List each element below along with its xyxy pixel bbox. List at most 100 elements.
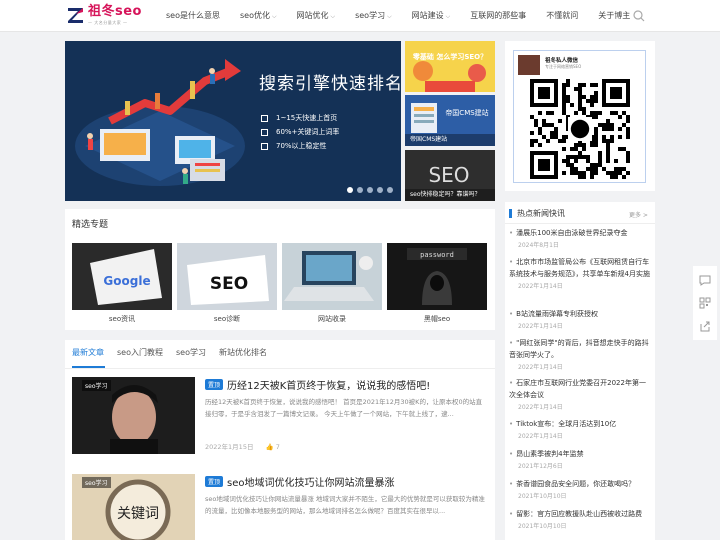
thumb-art-text: 零基础 怎么学习SEO？ <box>412 52 487 61</box>
nav-label: seo优化 <box>239 11 270 20</box>
article-summary: seo地域词优化技巧让你网站流量暴涨 地域词大家并不陌生，它最大的优势就是可以获… <box>205 495 485 515</box>
news-title: 热点新闻快讯 <box>517 209 565 218</box>
side-thumb-learn-seo[interactable]: 零基础 怎么学习SEO？ <box>405 41 495 92</box>
share-button[interactable] <box>697 318 713 334</box>
search-button[interactable] <box>629 6 649 26</box>
news-date: 2022年1月14日 <box>518 364 563 371</box>
share-icon <box>700 321 710 332</box>
article-tabs: 最新文章 seo入门教程 seo学习 新站优化排名 <box>72 347 280 361</box>
carousel-dot[interactable] <box>387 187 393 193</box>
banner-bullet: 1~15天快速上首页 <box>261 111 339 125</box>
banner-bullets: 1~15天快速上首页 60%+关键词上词率 70%以上稳定性 <box>261 111 339 153</box>
news-item: B站流量雨弹幕专利获授权 2022年1月14日 <box>509 308 651 330</box>
side-thumb-cms[interactable]: 帝国CMS建站 帝国CMS建站 <box>405 95 495 146</box>
thumb-art-text: 帝国CMS建站 <box>445 108 488 117</box>
nav-item-site-building[interactable]: 网站建设 ⌵ <box>402 0 461 32</box>
featured-card-blackhat-seo[interactable]: password <box>387 243 487 310</box>
carousel-dots <box>347 187 397 193</box>
chevron-down-icon: ⌵ <box>330 13 336 20</box>
news-date: 2021年10月10日 <box>518 493 567 500</box>
article-title[interactable]: 置顶 历经12天被K首页终于恢复，说说我的感悟吧! <box>205 377 430 392</box>
tab-seo-beginner[interactable]: seo入门教程 <box>117 347 163 361</box>
news-link[interactable]: Tiktok宣布：全球月活达到10亿 <box>509 418 651 430</box>
banner-illustration <box>75 59 245 186</box>
carousel-dot[interactable] <box>347 187 353 193</box>
tab-new-site-ranking[interactable]: 新站优化排名 <box>219 347 267 361</box>
pinned-badge: 置顶 <box>205 476 224 487</box>
qr-code-image <box>530 79 630 179</box>
carousel-dot[interactable] <box>377 187 383 193</box>
featured-card-site-indexing[interactable] <box>282 243 382 310</box>
side-thumb-seo-stable[interactable]: SEO seo快排稳定吗？靠谱吗？ <box>405 150 495 201</box>
nav-item-internet-things[interactable]: 互联网的那些事 <box>460 0 536 32</box>
news-link[interactable]: 留影：官方回应教援队赴山西被收过路费 <box>509 508 651 520</box>
featured-label: 网站收录 <box>318 315 346 323</box>
article-likes: 7 <box>275 443 280 451</box>
tab-seo-learning[interactable]: seo学习 <box>176 347 206 361</box>
article-meta: 2022年1月15日 👍 7 <box>205 441 280 451</box>
wechat-qr-panel: 祖冬私人微信 专注于网络营销SEO <box>505 41 655 191</box>
nav-item-site-optimization[interactable]: 网站优化 ⌵ <box>287 0 346 32</box>
qr-name: 祖冬私人微信 <box>545 58 579 64</box>
news-link[interactable]: 石家庄市互联网行业党委召开2022年第一次全体会议 <box>509 377 651 401</box>
news-date: 2022年1月14日 <box>518 433 563 440</box>
card-art-text: Google <box>103 274 150 288</box>
google-laptop-illustration: Google <box>72 243 172 310</box>
news-link[interactable]: B站流量雨弹幕专利获授权 <box>509 308 651 320</box>
article-date: 2022年1月15日 <box>205 443 254 451</box>
nav-item-seo-optimization[interactable]: seo优化 ⌵ <box>230 0 287 32</box>
carousel-dot[interactable] <box>367 187 373 193</box>
chevron-down-icon: ⌵ <box>271 13 277 20</box>
chevron-down-icon: ⌵ <box>387 13 392 20</box>
news-date: 2021年10月10日 <box>518 523 567 530</box>
news-date: 2022年1月14日 <box>518 283 563 290</box>
nav-item-ask[interactable]: 不懂就问 <box>536 0 588 32</box>
site-logo[interactable]: 祖冬seo — 大名分量大家 — <box>66 5 142 29</box>
news-accent-bar <box>509 209 512 218</box>
hot-news-panel: 热点新闻快讯 更多 > 潘展乐100米自由泳破世界纪录夺金 2024年8月1日 北… <box>505 202 655 540</box>
article-thumbnail[interactable]: seo学习 <box>72 377 195 454</box>
news-item: 留影：官方回应教援队赴山西被收过路费 2021年10月10日 <box>509 508 651 530</box>
featured-card-seo-diagnosis[interactable]: SEO <box>177 243 277 310</box>
news-link[interactable]: "网红张同学"的背后，抖音想走快手的路抖音张同学火了。 <box>509 337 651 361</box>
news-link[interactable]: 潘展乐100米自由泳破世界纪录夺金 <box>509 227 651 239</box>
qr-subtitle: 专注于网络营销SEO <box>545 64 582 69</box>
learn-seo-illustration: 零基础 怎么学习SEO？ <box>405 41 495 92</box>
laptop-desk-illustration <box>282 243 382 310</box>
banner-bullet: 60%+关键词上词率 <box>261 125 339 139</box>
news-date: 2021年12月6日 <box>518 463 563 470</box>
featured-label: 黑帽seo <box>423 315 451 323</box>
article-title[interactable]: 置顶 seo地域词优化技巧让你网站流量暴涨 <box>205 474 395 489</box>
main-nav: seo是什么意思 seo优化 ⌵ 网站优化 ⌵ seo学习 ⌵ 网站建设 ⌵ 互联网的那… <box>156 0 640 32</box>
thumb-caption: seo快排稳定吗？靠谱吗？ <box>405 189 495 201</box>
site-header: 祖冬seo — 大名分量大家 — seo是什么意思 seo优化 ⌵ 网站优化 ⌵ s… <box>0 0 720 32</box>
comment-button[interactable] <box>697 272 713 288</box>
news-link[interactable]: 北京市市场监管局公布《互联网租赁自行车系统技术与服务规范》，共享单车新规4月实施 <box>509 256 651 280</box>
qr-card: 祖冬私人微信 专注于网络营销SEO <box>513 50 646 183</box>
article-category-tag: seo学习 <box>82 477 111 488</box>
tabs-divider <box>65 368 495 369</box>
floating-toolbar <box>693 266 717 340</box>
news-link[interactable]: 茶香谱园食品安全问题，你还敢喝吗？ <box>509 478 651 490</box>
logo-z-icon <box>66 5 86 25</box>
seo-card-illustration: SEO <box>177 243 277 310</box>
chevron-down-icon: ⌵ <box>445 13 451 20</box>
news-link[interactable]: 昂山素季被判4年监禁 <box>509 448 651 460</box>
news-date: 2024年8月1日 <box>518 242 559 249</box>
qrcode-button[interactable] <box>697 295 713 311</box>
featured-card-seo-news[interactable]: Google <box>72 243 172 310</box>
nav-label: 互联网的那些事 <box>470 11 527 20</box>
news-item: 石家庄市互联网行业党委召开2022年第一次全体会议 2022年1月14日 <box>509 377 651 411</box>
carousel-dot[interactable] <box>357 187 363 193</box>
tab-latest[interactable]: 最新文章 <box>72 347 104 361</box>
card-art-text: SEO <box>210 274 248 294</box>
article-thumbnail[interactable]: 关键词 seo学习 <box>72 474 195 540</box>
search-icon <box>633 10 645 22</box>
hero-banner[interactable]: 搜索引擎快速排名 1~15天快速上首页 60%+关键词上词率 70%以上稳定性 <box>65 41 401 201</box>
featured-label: seo诊断 <box>213 315 241 323</box>
like-icon: 👍 <box>265 443 274 451</box>
nav-item-seo-learning[interactable]: seo学习 ⌵ <box>345 0 402 32</box>
news-item: 北京市市场监管局公布《互联网租赁自行车系统技术与服务规范》，共享单车新规4月实施… <box>509 256 651 290</box>
nav-item-seo-meaning[interactable]: seo是什么意思 <box>156 0 230 32</box>
news-more-link[interactable]: 更多 > <box>629 210 648 219</box>
